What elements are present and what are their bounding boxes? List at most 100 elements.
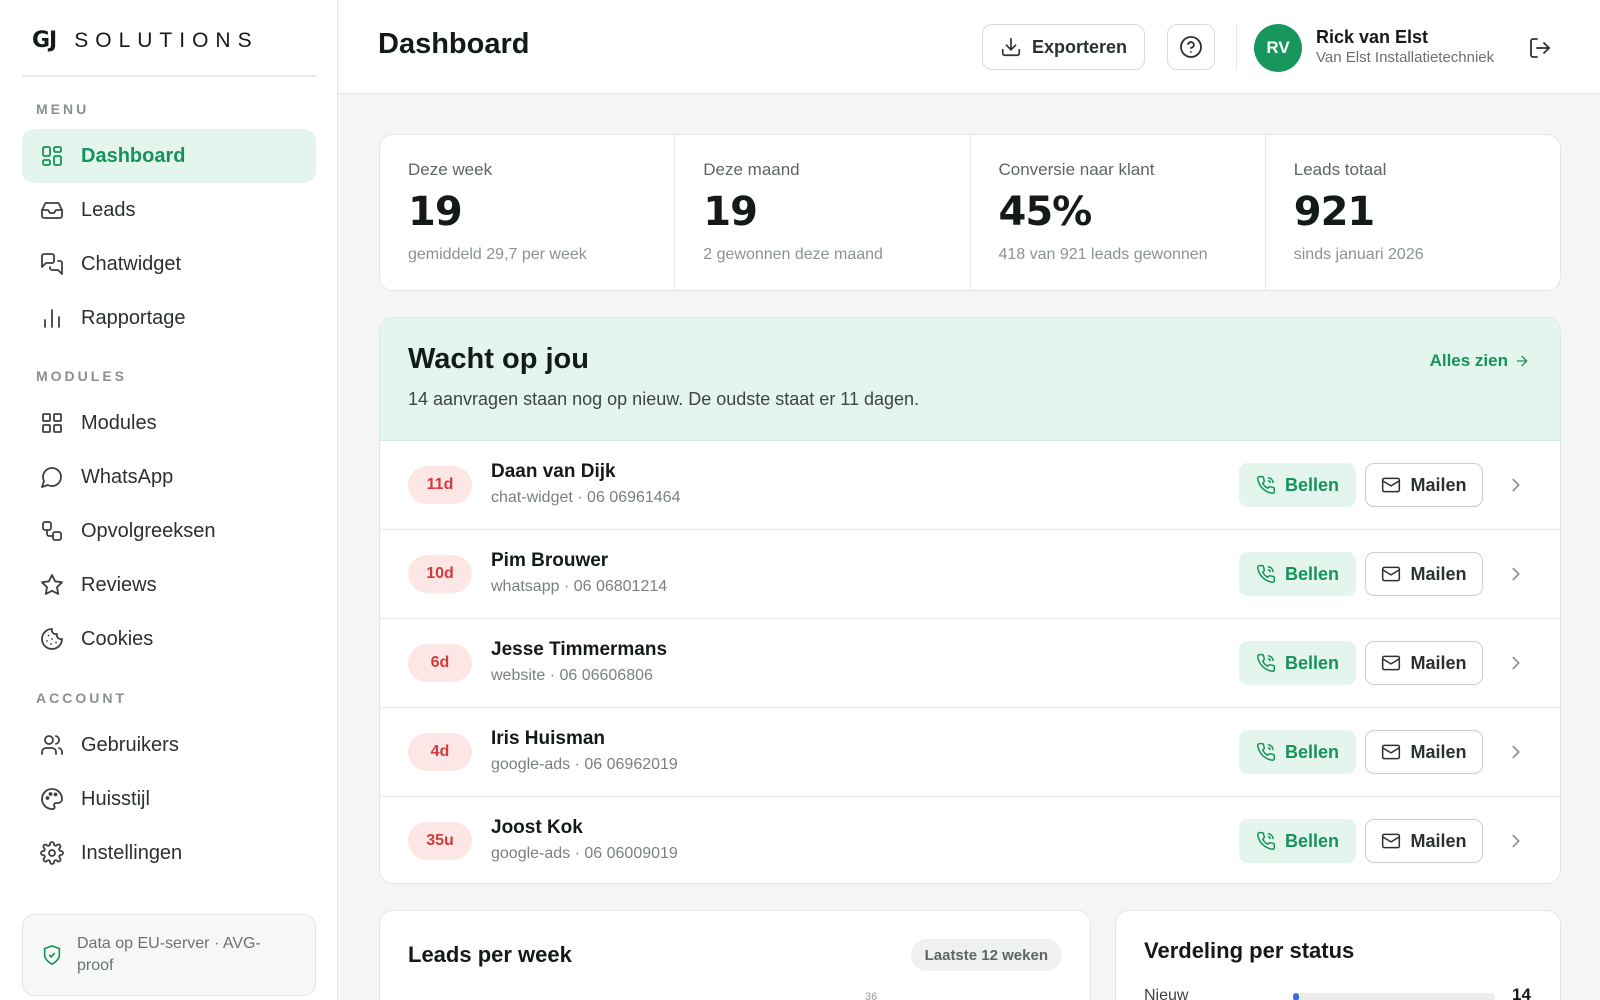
table-row[interactable]: 10d Pim Brouwer whatsapp · 06 06801214 B…: [380, 530, 1560, 619]
table-row[interactable]: 35u Joost Kok google-ads · 06 06009019 B…: [380, 797, 1560, 883]
sidebar-item-label: Rapportage: [81, 306, 186, 329]
age-badge: 11d: [408, 466, 472, 504]
age-badge: 10d: [408, 555, 472, 593]
mail-label: Mailen: [1410, 474, 1467, 495]
layout-grid-icon: [40, 144, 64, 168]
call-label: Bellen: [1284, 652, 1340, 673]
sidebar-item-instellingen[interactable]: Instellingen: [22, 826, 316, 880]
cookie-icon: [40, 627, 64, 651]
sidebar-item-opvolgreeksen[interactable]: Opvolgreeksen: [22, 504, 316, 558]
sidebar-item-chatwidget[interactable]: Chatwidget: [22, 237, 316, 291]
age-badge: 6d: [408, 644, 472, 682]
see-all-link[interactable]: Alles zien: [1430, 351, 1530, 371]
mail-label: Mailen: [1410, 741, 1467, 762]
lead-name: Pim Brouwer: [491, 550, 609, 571]
table-row[interactable]: 4d Iris Huisman google-ads · 06 06962019…: [380, 708, 1560, 797]
eu-server-text: Data op EU-server · AVG-proof: [77, 935, 261, 974]
status-distribution-card: Verdeling per status Nieuw 14: [1115, 910, 1561, 1000]
mail-icon: [1382, 833, 1401, 849]
logout-button[interactable]: [1526, 34, 1554, 62]
sidebar-item-modules[interactable]: Modules: [22, 396, 316, 450]
stat-label: Deze week: [408, 160, 493, 179]
stat-conversie: Conversie naar klant 45% 418 van 921 lea…: [971, 135, 1266, 290]
range-pill[interactable]: Laatste 12 weken: [910, 939, 1062, 971]
export-button[interactable]: Exporteren: [982, 24, 1145, 70]
sidebar-item-dashboard[interactable]: Dashboard: [22, 129, 316, 183]
sidebar-item-huisstijl[interactable]: Huisstijl: [22, 772, 316, 826]
sidebar-item-label: Leads: [81, 198, 136, 221]
sidebar-item-cookies[interactable]: Cookies: [22, 612, 316, 666]
sidebar-item-rapportage[interactable]: Rapportage: [22, 291, 316, 345]
settings-icon: [40, 841, 64, 865]
call-button[interactable]: Bellen: [1239, 463, 1356, 507]
stat-sub: sinds januari 2026: [1293, 246, 1424, 263]
mail-button[interactable]: Mailen: [1365, 819, 1483, 863]
status-bar-track: [1293, 993, 1495, 1000]
stat-sub: gemiddeld 29,7 per week: [408, 246, 587, 263]
table-row[interactable]: 11d Daan van Dijk chat-widget · 06 06961…: [380, 441, 1560, 530]
message-circle-icon: [40, 465, 64, 489]
avatar[interactable]: RV: [1254, 24, 1302, 72]
help-button[interactable]: [1167, 24, 1215, 70]
call-button[interactable]: Bellen: [1239, 641, 1356, 685]
stat-value: 45%: [998, 189, 1093, 235]
mail-label: Mailen: [1410, 563, 1467, 584]
lead-name: Iris Huisman: [491, 728, 606, 749]
waiting-title: Wacht op jou: [408, 343, 589, 375]
export-label: Exporteren: [1031, 36, 1128, 57]
mail-label: Mailen: [1410, 830, 1467, 851]
mail-button[interactable]: Mailen: [1365, 730, 1483, 774]
call-button[interactable]: Bellen: [1239, 819, 1356, 863]
chevron-right-icon[interactable]: [1505, 830, 1527, 852]
page-title: Dashboard: [378, 28, 530, 60]
axis-tick-label: 36: [865, 991, 878, 1000]
section-label-account: ACCOUNT: [36, 690, 127, 706]
sidebar: GJ SOLUTIONS MENU Dashboard Leads Chatwi…: [0, 0, 338, 1000]
lead-meta: whatsapp · 06 06801214: [491, 578, 668, 595]
logout-icon: [1530, 38, 1550, 58]
chevron-right-icon[interactable]: [1505, 474, 1527, 496]
chevron-right-icon[interactable]: [1505, 741, 1527, 763]
card-title: Leads per week: [408, 942, 572, 967]
table-row[interactable]: 6d Jesse Timmermans website · 06 0660680…: [380, 619, 1560, 708]
status-label: Nieuw: [1144, 987, 1189, 1000]
chevron-right-icon[interactable]: [1505, 563, 1527, 585]
section-label-menu: MENU: [36, 101, 90, 117]
call-label: Bellen: [1284, 474, 1340, 495]
waiting-card: Wacht op jou 14 aanvragen staan nog op n…: [379, 317, 1561, 884]
stat-deze-maand: Deze maand 19 2 gewonnen deze maand: [675, 135, 971, 290]
mail-icon: [1382, 655, 1401, 671]
topbar: Dashboard Exporteren RV Rick van Elst Va…: [339, 0, 1600, 94]
lead-meta: website · 06 06606806: [491, 667, 653, 684]
sidebar-item-label: Opvolgreeksen: [81, 519, 216, 542]
mail-button[interactable]: Mailen: [1365, 552, 1483, 596]
user-company: Van Elst Installatietechniek: [1316, 49, 1495, 66]
sidebar-item-gebruikers[interactable]: Gebruikers: [22, 718, 316, 772]
sidebar-item-label: Instellingen: [81, 841, 183, 864]
stat-label: Deze maand: [703, 160, 800, 179]
age-badge: 4d: [408, 733, 472, 771]
mail-button[interactable]: Mailen: [1365, 463, 1483, 507]
star-icon: [40, 573, 64, 597]
call-button[interactable]: Bellen: [1239, 730, 1356, 774]
stats-card: Deze week 19 gemiddeld 29,7 per week Dez…: [379, 134, 1561, 291]
stat-value: 19: [408, 189, 463, 235]
lead-meta: google-ads · 06 06009019: [491, 845, 678, 862]
call-label: Bellen: [1284, 741, 1340, 762]
phone-icon: [1256, 564, 1276, 583]
sidebar-item-whatsapp[interactable]: WhatsApp: [22, 450, 316, 504]
divider: [1236, 24, 1237, 70]
phone-icon: [1256, 475, 1276, 494]
sidebar-item-leads[interactable]: Leads: [22, 183, 316, 237]
leads-per-week-card: Leads per week Laatste 12 weken 36: [379, 910, 1091, 1000]
inbox-icon: [40, 198, 64, 222]
call-button[interactable]: Bellen: [1239, 552, 1356, 596]
stat-deze-week: Deze week 19 gemiddeld 29,7 per week: [380, 135, 676, 290]
mail-button[interactable]: Mailen: [1365, 641, 1483, 685]
sidebar-item-reviews[interactable]: Reviews: [22, 558, 316, 612]
chat-bubbles-icon: [40, 252, 64, 276]
lead-name: Jesse Timmermans: [491, 639, 668, 660]
chevron-right-icon[interactable]: [1505, 652, 1527, 674]
sidebar-item-label: Chatwidget: [81, 252, 182, 275]
brand-logo[interactable]: GJ SOLUTIONS: [32, 28, 259, 53]
